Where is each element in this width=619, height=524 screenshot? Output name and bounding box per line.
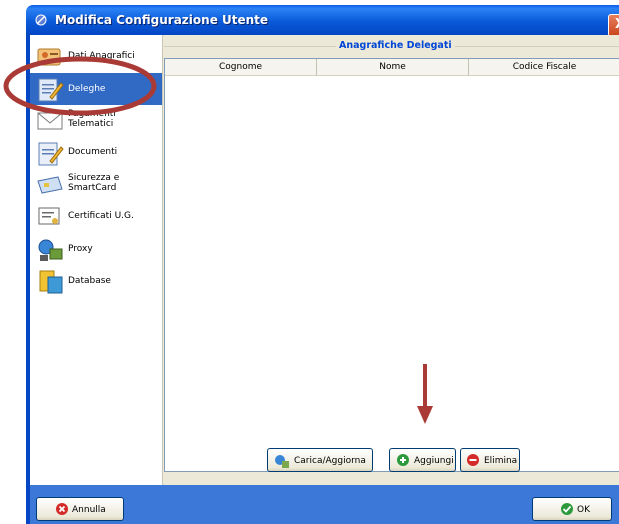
sidebar-item-database[interactable]: Database bbox=[30, 265, 162, 297]
delegates-table[interactable]: Cognome Nome Codice Fiscale bbox=[164, 58, 619, 472]
column-header-nome[interactable]: Nome bbox=[317, 59, 469, 76]
highlight-ellipse bbox=[3, 56, 157, 116]
ok-button[interactable]: OK bbox=[532, 497, 612, 521]
group-title: Anagrafiche Delegati bbox=[336, 40, 455, 51]
cancel-icon bbox=[56, 503, 68, 515]
sidebar-item-label: Certificati U.G. bbox=[68, 211, 134, 221]
database-icon bbox=[39, 270, 63, 294]
app-icon bbox=[35, 14, 47, 26]
add-button[interactable]: Aggiungi bbox=[389, 448, 456, 472]
plus-icon bbox=[397, 454, 409, 466]
refresh-network-icon bbox=[275, 455, 289, 468]
title-bar[interactable]: Modifica Configurazione Utente X bbox=[26, 5, 619, 37]
reload-button[interactable]: Carica/Aggiorna bbox=[267, 448, 373, 472]
cancel-button[interactable]: Annulla bbox=[36, 497, 124, 521]
smartcard-icon bbox=[37, 176, 63, 194]
minus-icon bbox=[467, 454, 479, 466]
sidebar-item-label: Proxy bbox=[68, 244, 93, 254]
sidebar-item-documenti[interactable]: Documenti bbox=[30, 137, 162, 169]
close-button[interactable]: X bbox=[608, 14, 619, 37]
document-pencil-icon bbox=[38, 142, 64, 166]
sidebar-item-label: Database bbox=[68, 276, 111, 286]
annotation-arrow bbox=[417, 364, 433, 424]
column-header-cognome[interactable]: Cognome bbox=[165, 59, 317, 76]
window-title: Modifica Configurazione Utente bbox=[55, 13, 269, 27]
certificate-icon bbox=[38, 207, 60, 225]
delete-button[interactable]: Elimina bbox=[460, 448, 520, 472]
sidebar-item-label: Documenti bbox=[68, 147, 118, 157]
sidebar-item-certificati[interactable]: Certificati U.G. bbox=[30, 201, 162, 233]
network-icon bbox=[38, 239, 63, 261]
column-header-codice-fiscale[interactable]: Codice Fiscale bbox=[469, 59, 619, 76]
sidebar-item-sicurezza-smartcard[interactable]: Sicurezza e SmartCard bbox=[30, 169, 162, 201]
sidebar-item-label: Sicurezza e SmartCard bbox=[68, 173, 120, 193]
check-icon bbox=[561, 503, 573, 515]
sidebar-item-proxy[interactable]: Proxy bbox=[30, 233, 162, 265]
